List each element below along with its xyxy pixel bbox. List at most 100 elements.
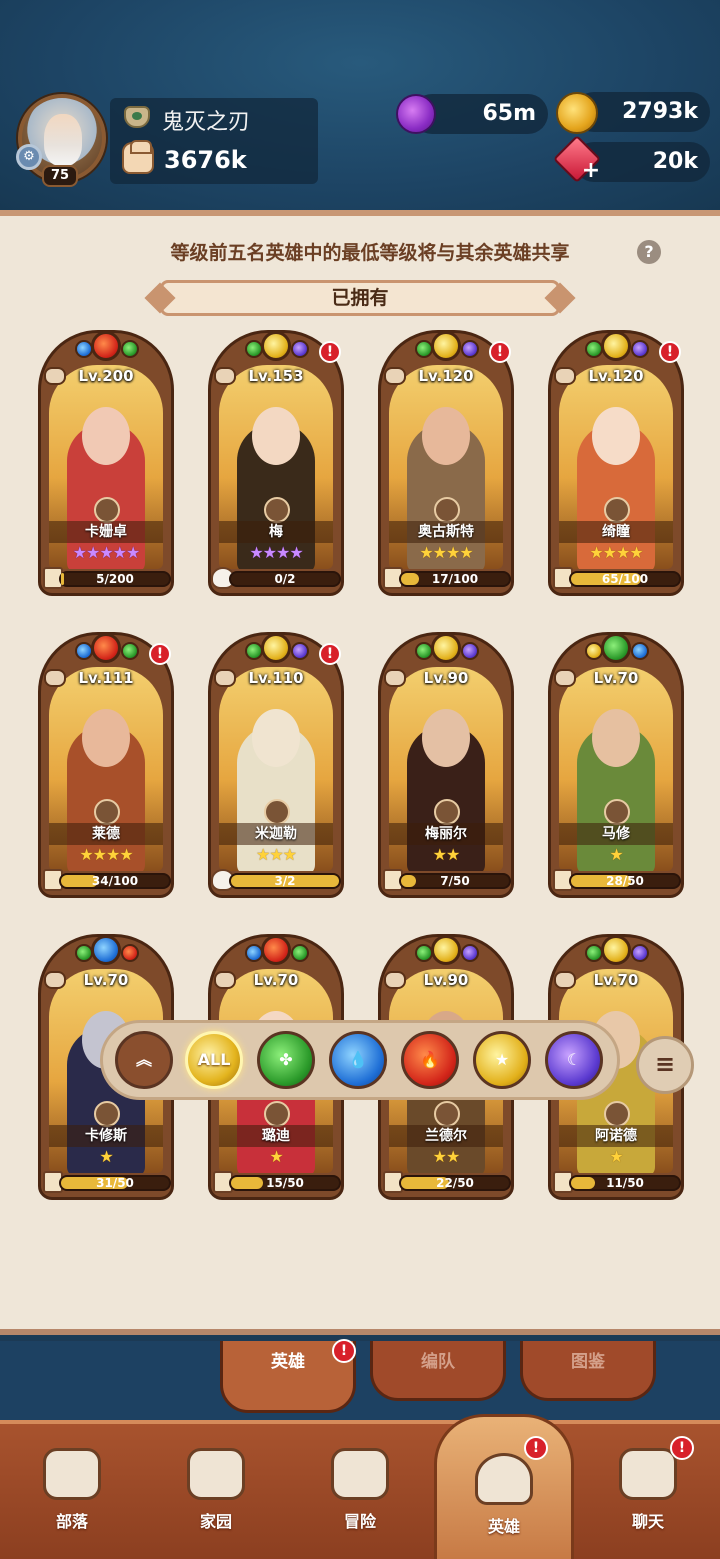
light-element-icon: [261, 633, 291, 663]
dark-element-icon: [461, 340, 479, 358]
hero-name: 梅: [219, 521, 333, 543]
nav-adventure-label: 冒险: [343, 1512, 376, 1531]
hero-subtabs: 英雄 ! 编队 图鉴: [0, 1339, 720, 1421]
potion-amount: 65m: [482, 101, 536, 126]
nav-heroes[interactable]: 英雄: [434, 1414, 574, 1559]
progress-value: 65/100: [601, 572, 649, 586]
bottom-navigation: 部落 家园 冒险 英雄 ! 聊天 !: [0, 1414, 720, 1559]
potion-icon: [396, 94, 436, 134]
hero-name: 梅丽尔: [389, 823, 503, 845]
player-info-panel[interactable]: 鬼灭之刃 3676k: [110, 98, 318, 184]
sort-button[interactable]: ≡: [636, 1036, 694, 1094]
nav-tribe[interactable]: 部落: [12, 1444, 132, 1554]
hero-name: 莱德: [49, 823, 163, 845]
filter-all-button[interactable]: ALL: [185, 1031, 243, 1089]
hero-card[interactable]: Lv.153 梅 ★★★★ 0/2 !: [208, 330, 344, 596]
hero-alert-icon: !: [659, 341, 681, 363]
hero-alert-icon: !: [319, 341, 341, 363]
hero-shard-progress: 5/200: [59, 571, 171, 587]
light-element-icon: [431, 935, 461, 965]
nav-chat[interactable]: 聊天: [588, 1444, 708, 1554]
hero-level: Lv.70: [253, 971, 299, 989]
hero-level: Lv.111: [78, 669, 134, 687]
element-orbs: [551, 633, 681, 669]
progress-value: 22/50: [436, 1176, 474, 1190]
chat-bubble-icon: [619, 1448, 677, 1500]
hero-alert-icon: !: [149, 643, 171, 665]
light-element-icon: [601, 331, 631, 361]
hero-alert-icon: !: [319, 643, 341, 665]
element-orbs: [381, 633, 511, 669]
hero-stars: ★: [609, 845, 623, 864]
tab-codex-label: 图鉴: [571, 1352, 605, 1372]
hero-level: Lv.90: [423, 669, 469, 687]
hero-shard-progress: 11/50: [569, 1175, 681, 1191]
fire-element-filter-icon[interactable]: 🔥: [401, 1031, 459, 1089]
hero-card[interactable]: Lv.110 米迦勒 ★★★ 3/2 !: [208, 632, 344, 898]
hero-name: 奥古斯特: [389, 521, 503, 543]
hero-card[interactable]: Lv.200 卡姗卓 ★★★★★ 5/200: [38, 330, 174, 596]
hero-stars: ★★: [432, 845, 461, 864]
tribe-banner-icon: [43, 1448, 101, 1500]
clan-emblem-icon: [124, 106, 150, 128]
add-gems-icon[interactable]: +: [580, 160, 602, 182]
hero-class-icon: [94, 497, 120, 523]
hero-stars: ★★★★★: [72, 543, 141, 562]
light-element-icon: [431, 331, 461, 361]
hero-shard-progress: 22/50: [399, 1175, 511, 1191]
hero-card[interactable]: Lv.90 梅丽尔 ★★ 7/50: [378, 632, 514, 898]
hero-card[interactable]: Lv.111 莱德 ★★★★ 34/100 !: [38, 632, 174, 898]
element-orbs: [381, 935, 511, 971]
hero-class-icon: [604, 799, 630, 825]
hero-shard-progress: 17/100: [399, 571, 511, 587]
dark-element-icon: [461, 944, 479, 962]
rank-up-filter-icon[interactable]: ︽: [115, 1031, 173, 1089]
hero-name: 兰德尔: [389, 1125, 503, 1147]
nature-element-icon: [291, 944, 309, 962]
water-element-icon: [631, 642, 649, 660]
fire-element-icon: [91, 331, 121, 361]
hero-level: Lv.153: [248, 367, 304, 385]
hero-level: Lv.120: [588, 367, 644, 385]
hero-level: Lv.90: [423, 971, 469, 989]
dark-element-filter-icon[interactable]: ☾: [545, 1031, 603, 1089]
nav-home[interactable]: 家园: [156, 1444, 276, 1554]
hero-head: [252, 709, 300, 767]
home-house-icon: [187, 1448, 245, 1500]
light-element-filter-icon[interactable]: ★: [473, 1031, 531, 1089]
element-orbs: [41, 935, 171, 971]
tab-team[interactable]: 编队: [370, 1341, 506, 1401]
hero-name: 绮瞳: [559, 521, 673, 543]
hero-shard-progress: 31/50: [59, 1175, 171, 1191]
hero-class-icon: [604, 497, 630, 523]
hero-shard-progress: 0/2: [229, 571, 341, 587]
settings-gear-icon[interactable]: ⚙: [16, 144, 42, 170]
fire-element-icon: [91, 633, 121, 663]
nature-element-filter-icon[interactable]: ✤: [257, 1031, 315, 1089]
hero-card[interactable]: Lv.120 奥古斯特 ★★★★ 17/100 !: [378, 330, 514, 596]
hero-shard-progress: 28/50: [569, 873, 681, 889]
progress-value: 17/100: [431, 572, 479, 586]
progress-value: 31/50: [96, 1176, 134, 1190]
hero-class-icon: [264, 1101, 290, 1127]
hero-card[interactable]: Lv.70 马修 ★ 28/50: [548, 632, 684, 898]
hero-card[interactable]: Lv.120 绮瞳 ★★★★ 65/100 !: [548, 330, 684, 596]
hero-stars: ★★★★: [419, 543, 473, 562]
nav-adventure[interactable]: 冒险: [300, 1444, 420, 1554]
hero-class-icon: [94, 799, 120, 825]
hero-head: [422, 407, 470, 465]
light-element-icon: [601, 935, 631, 965]
element-orbs: [41, 331, 171, 367]
gold-amount: 2793k: [622, 99, 698, 124]
help-icon[interactable]: ?: [637, 240, 661, 264]
tab-codex[interactable]: 图鉴: [520, 1341, 656, 1401]
dark-element-icon: [631, 340, 649, 358]
hero-name: 马修: [559, 823, 673, 845]
gem-amount: 20k: [652, 149, 698, 174]
element-orbs: [551, 935, 681, 971]
nav-chat-label: 聊天: [631, 1512, 664, 1531]
light-element-icon: [261, 331, 291, 361]
fire-element-icon: [261, 935, 291, 965]
hero-shard-progress: 65/100: [569, 571, 681, 587]
water-element-filter-icon[interactable]: 💧: [329, 1031, 387, 1089]
